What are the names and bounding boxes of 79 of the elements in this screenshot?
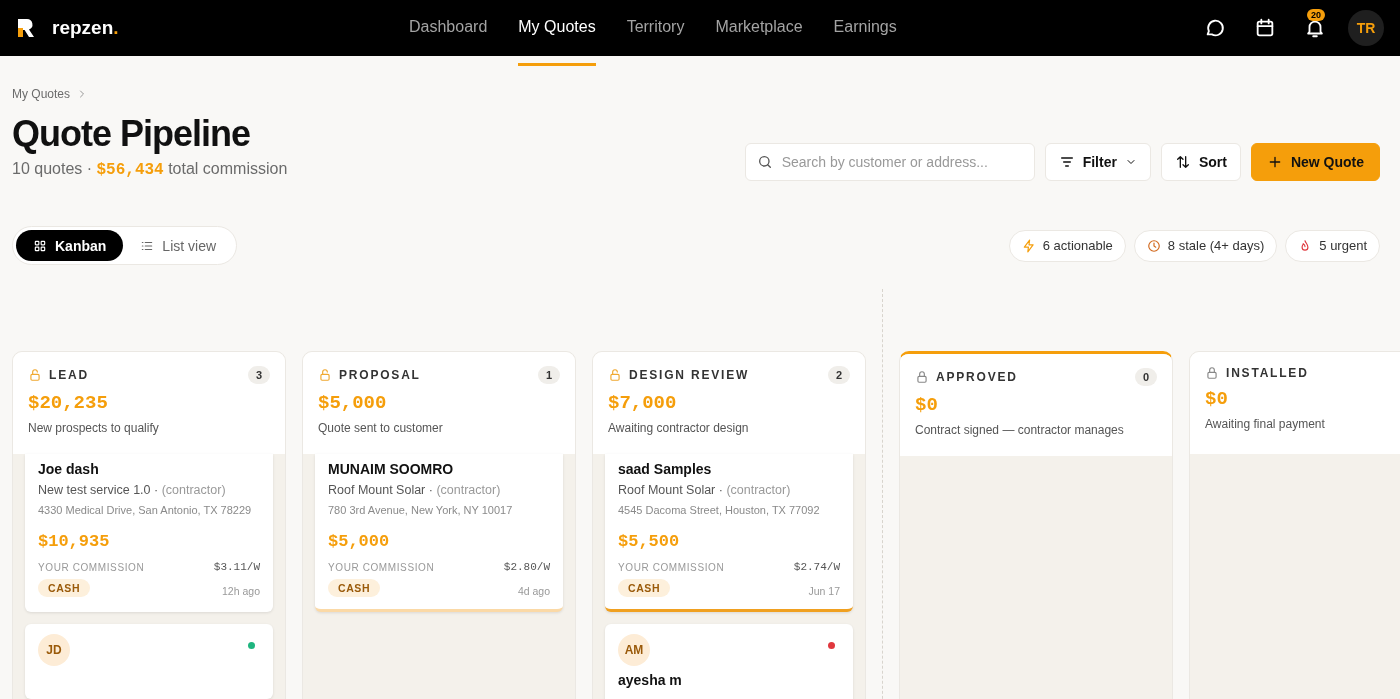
customer-name: saad Samples — [618, 461, 713, 477]
column-title: APPROVED — [936, 370, 1018, 384]
summary-text: 10 quotes · $56,434 total commission — [12, 160, 288, 179]
time-text: 4d ago — [517, 585, 550, 597]
user-avatar[interactable]: TR — [1348, 10, 1384, 46]
notification-badge: 20 — [1307, 9, 1325, 21]
nav-link[interactable]: Earnings — [833, 0, 897, 66]
quote-card[interactable]: Joe dash New test service 1.0 · (contractor) 4330 Medical Drive, San Antonio, TX 78229 $10,935 YOUR COMMISSION $3.11/W CASH 12h ago — [25, 454, 273, 612]
sort-icon — [1174, 154, 1191, 170]
time-text: Jun 17 — [808, 585, 840, 597]
breadcrumb-link[interactable]: My Quotes — [12, 87, 71, 101]
service-text: Roof Mount Solar · (contractor) — [328, 483, 502, 497]
quote-card[interactable]: AM ayesha m — [605, 624, 853, 699]
list-view-tab[interactable]: List view — [123, 230, 234, 261]
column-description: Awaiting final payment — [1205, 417, 1326, 431]
kanban-tab[interactable]: Kanban — [16, 230, 124, 261]
customer-name: Joe dash — [38, 461, 100, 477]
column-description: New prospects to qualify — [28, 421, 160, 435]
count-badge: 3 — [247, 366, 270, 384]
page-title: Quote Pipeline — [12, 112, 252, 156]
rate-text: $2.74/W — [793, 561, 840, 573]
sort-button[interactable]: Sort — [1160, 143, 1241, 181]
quote-card[interactable]: JD — [25, 624, 273, 699]
commission-label: YOUR COMMISSION — [618, 562, 725, 573]
rate-text: $2.80/W — [503, 561, 550, 573]
commission-amount: $5,500 — [618, 532, 681, 551]
nav-link[interactable]: My Quotes — [518, 0, 596, 66]
column-description: Contract signed — contractor manages — [915, 423, 1125, 437]
column-title: LEAD — [49, 368, 89, 382]
customer-name: MUNAIM SOOMRO — [328, 461, 455, 477]
nav-link[interactable]: Dashboard — [409, 0, 488, 66]
payment-tag: CASH — [328, 579, 381, 597]
brand-name: repzen. — [52, 17, 119, 39]
column-total: $0 — [915, 394, 939, 416]
count-badge: 0 — [1134, 368, 1157, 386]
chat-icon[interactable] — [1204, 17, 1226, 39]
commission-label: YOUR COMMISSION — [328, 562, 435, 573]
filter-button[interactable]: Filter — [1044, 143, 1151, 181]
column-total: $5,000 — [318, 392, 388, 414]
nav-link[interactable]: Territory — [626, 0, 685, 66]
column-title: INSTALLED — [1226, 366, 1309, 380]
column-total: $0 — [1205, 388, 1229, 410]
service-text: New test service 1.0 · (contractor) — [38, 483, 227, 497]
payment-tag: CASH — [38, 579, 91, 597]
search-field[interactable]: Search by customer or address... — [744, 143, 1035, 181]
rate-text: $3.11/W — [213, 561, 260, 573]
column-title: PROPOSAL — [339, 368, 421, 382]
column-description: Quote sent to customer — [318, 421, 444, 435]
payment-tag: CASH — [618, 579, 671, 597]
clock-icon — [1146, 238, 1161, 253]
search-icon — [756, 154, 773, 170]
commission-amount: $5,000 — [328, 532, 391, 551]
filter-chip[interactable]: 5 urgent — [1285, 229, 1380, 262]
nav-link[interactable]: Marketplace — [715, 0, 803, 66]
address-text: 4545 Dacoma Street, Houston, TX 77092 — [618, 503, 821, 518]
filter-icon — [1058, 154, 1075, 170]
time-text: 12h ago — [222, 585, 260, 597]
count-badge: 1 — [537, 366, 560, 384]
column-description: Awaiting contractor design — [608, 421, 750, 435]
new-quote-button[interactable]: New Quote — [1250, 143, 1380, 181]
calendar-icon[interactable] — [1254, 17, 1276, 39]
filter-chip[interactable]: 6 actionable — [1008, 229, 1126, 262]
count-badge: 2 — [827, 366, 850, 384]
column-title: DESIGN REVIEW — [629, 368, 750, 382]
commission-label: YOUR COMMISSION — [38, 562, 145, 573]
customer-name: ayesha m — [618, 672, 683, 688]
commission-amount: $10,935 — [38, 532, 111, 551]
initials-avatar: JD — [38, 634, 70, 666]
quote-card[interactable]: MUNAIM SOOMRO Roof Mount Solar · (contractor) 780 3rd Avenue, New York, NY 10017 $5,000 YOUR COMMISSION $2.80/W CASH 4d ago — [315, 454, 563, 612]
address-text: 4330 Medical Drive, San Antonio, TX 78229 — [38, 503, 253, 518]
lightning-icon — [1021, 238, 1036, 253]
column-total: $7,000 — [608, 392, 678, 414]
initials-avatar: AM — [618, 634, 650, 666]
service-text: Roof Mount Solar · (contractor) — [618, 483, 792, 497]
column-total: $20,235 — [28, 392, 109, 414]
address-text: 780 3rd Avenue, New York, NY 10017 — [328, 503, 514, 518]
filter-chip[interactable]: 8 stale (4+ days) — [1133, 229, 1278, 262]
grid-icon — [33, 238, 47, 253]
quote-card[interactable]: saad Samples Roof Mount Solar · (contractor) 4545 Dacoma Street, Houston, TX 77092 $5,500 YOUR COMMISSION $2.74/W CASH Jun 17 — [605, 454, 853, 612]
